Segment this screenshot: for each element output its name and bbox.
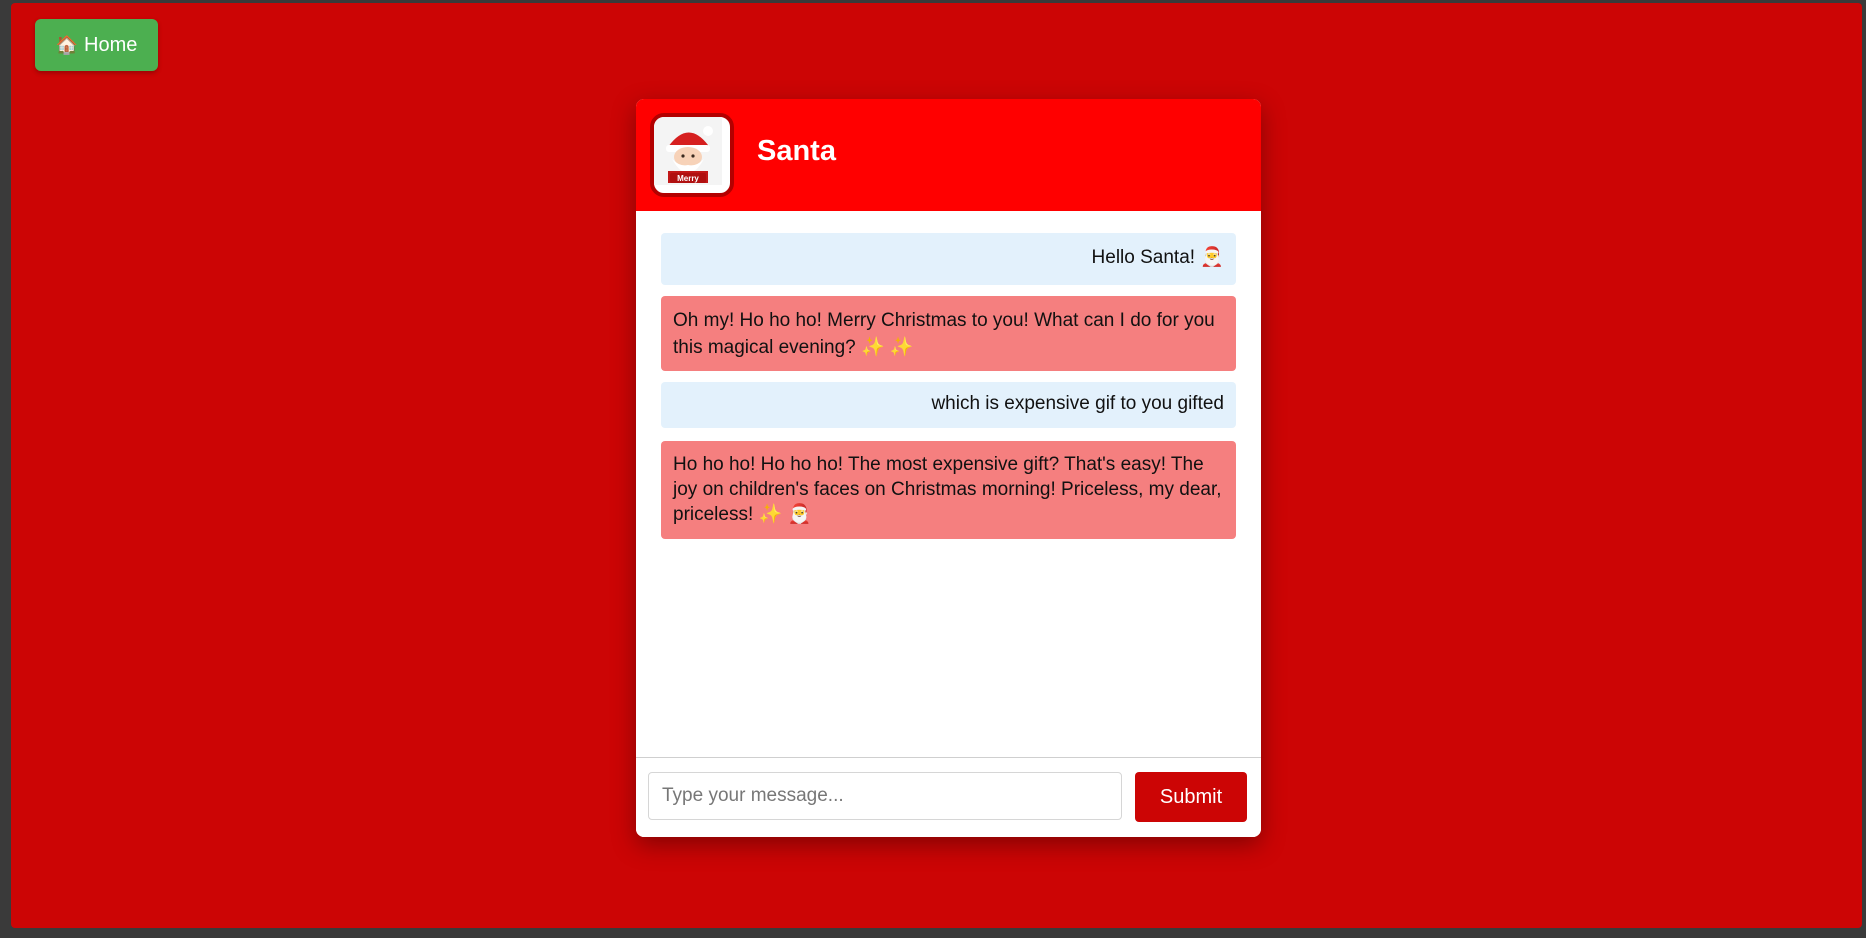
chat-title: Santa [757, 135, 836, 167]
user-message: Hello Santa! 🎅 [661, 233, 1236, 285]
santa-avatar: Merry [650, 113, 734, 197]
santa-avatar-image: Merry [654, 117, 722, 185]
user-message: which is expensive gif to you gifted [661, 382, 1236, 428]
message-composer: Submit [636, 757, 1261, 837]
home-button-label: Home [84, 33, 138, 56]
home-button[interactable]: 🏠 Home [35, 19, 158, 71]
house-icon: 🏠 [55, 34, 79, 55]
santa-message: Oh my! Ho ho ho! Merry Christmas to you!… [661, 296, 1236, 371]
submit-button[interactable]: Submit [1135, 772, 1247, 822]
santa-message: Ho ho ho! Ho ho ho! The most expensive g… [661, 441, 1236, 539]
avatar-banner-text: Merry [677, 174, 699, 183]
page-background: 🏠 Home Merry Santa Hello Santa! 🎅 Oh my!… [11, 3, 1862, 928]
chat-header: Merry Santa [636, 99, 1261, 211]
chat-window: Merry Santa Hello Santa! 🎅 Oh my! Ho ho … [636, 99, 1261, 837]
message-input[interactable] [648, 772, 1122, 820]
